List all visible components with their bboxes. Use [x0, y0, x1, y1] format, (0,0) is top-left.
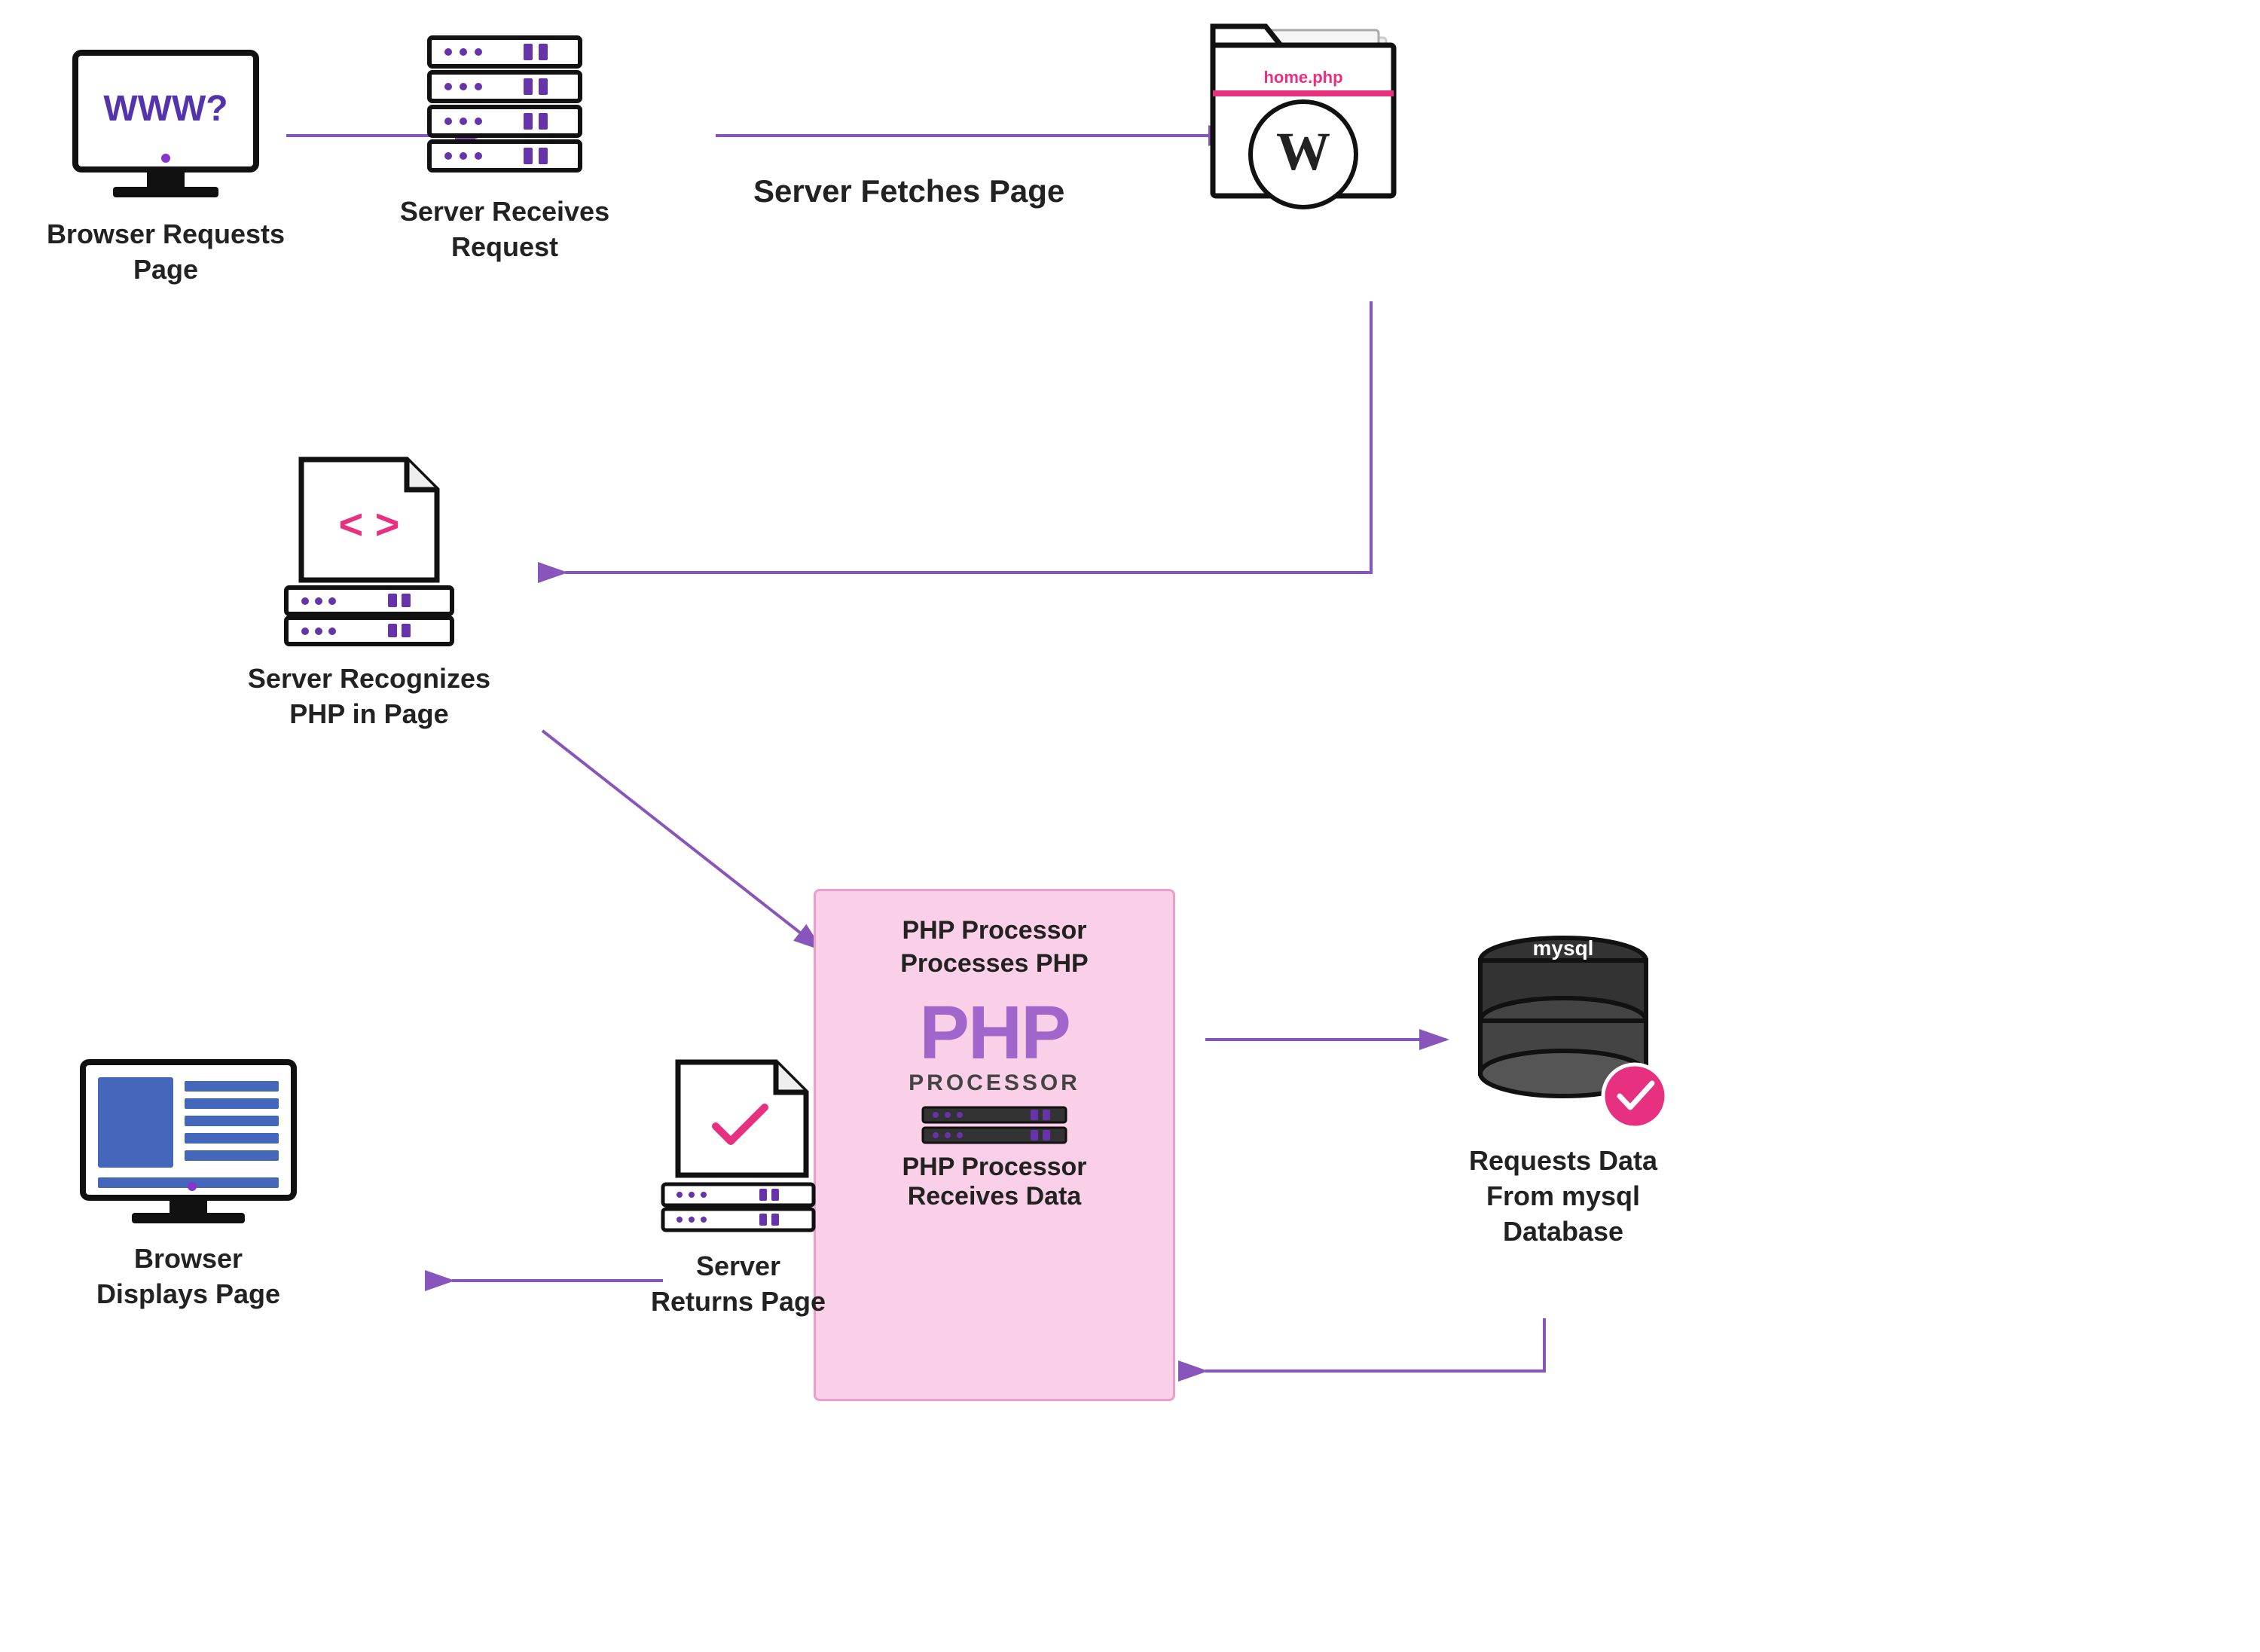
server-returns-label: ServerReturns Page	[651, 1249, 826, 1320]
server-receives-icon	[414, 30, 595, 181]
arrows-svg	[0, 0, 2260, 1652]
php-processor-text: PROCESSOR	[909, 1070, 1080, 1096]
mysql-icon: mysql	[1458, 919, 1669, 1130]
server-recognizes-icon: < >	[256, 452, 482, 648]
browser-displays-node: BrowserDisplays Page	[60, 1055, 316, 1312]
mysql-node: mysql Requests DataFrom mysql Database	[1431, 919, 1695, 1249]
svg-text:home.php: home.php	[1263, 68, 1342, 87]
wordpress-folder-node: home.php W	[1190, 15, 1416, 256]
php-big-text: PHP	[919, 995, 1070, 1070]
svg-text:< >: < >	[339, 500, 400, 548]
server-recognizes-node: < > Server RecognizesPHP in Page	[226, 452, 512, 732]
server-recognizes-label: Server RecognizesPHP in Page	[248, 661, 490, 732]
browser-requests-label: Browser Requests Page	[45, 217, 286, 288]
browser-displays-label: BrowserDisplays Page	[96, 1241, 280, 1312]
svg-text:mysql: mysql	[1533, 936, 1594, 960]
php-server-rack	[919, 1104, 1070, 1145]
svg-text:WWW?: WWW?	[103, 89, 228, 129]
browser-displays-icon	[75, 1055, 301, 1228]
svg-text:W: W	[1276, 121, 1330, 182]
server-receives-node: Server ReceivesRequest	[399, 30, 610, 265]
browser-monitor-icon: WWW?	[68, 45, 264, 203]
diagram-container: WWW? Browser Requests Page	[0, 0, 2260, 1652]
server-receives-label: Server ReceivesRequest	[400, 194, 609, 265]
browser-requests-node: WWW? Browser Requests Page	[45, 45, 286, 288]
mysql-label: Requests DataFrom mysql Database	[1431, 1144, 1695, 1249]
server-returns-node: ServerReturns Page	[618, 1055, 859, 1320]
wordpress-folder-icon: home.php W	[1198, 15, 1409, 256]
php-receives-label: PHP ProcessorReceives Data	[902, 1153, 1086, 1211]
server-returns-icon	[640, 1055, 836, 1235]
php-processor-top-label: PHP ProcessorProcesses PHP	[900, 914, 1089, 980]
php-processor-box: PHP ProcessorProcesses PHP PHP PROCESSOR…	[814, 889, 1175, 1401]
server-fetches-label: Server Fetches Page	[753, 173, 1064, 209]
